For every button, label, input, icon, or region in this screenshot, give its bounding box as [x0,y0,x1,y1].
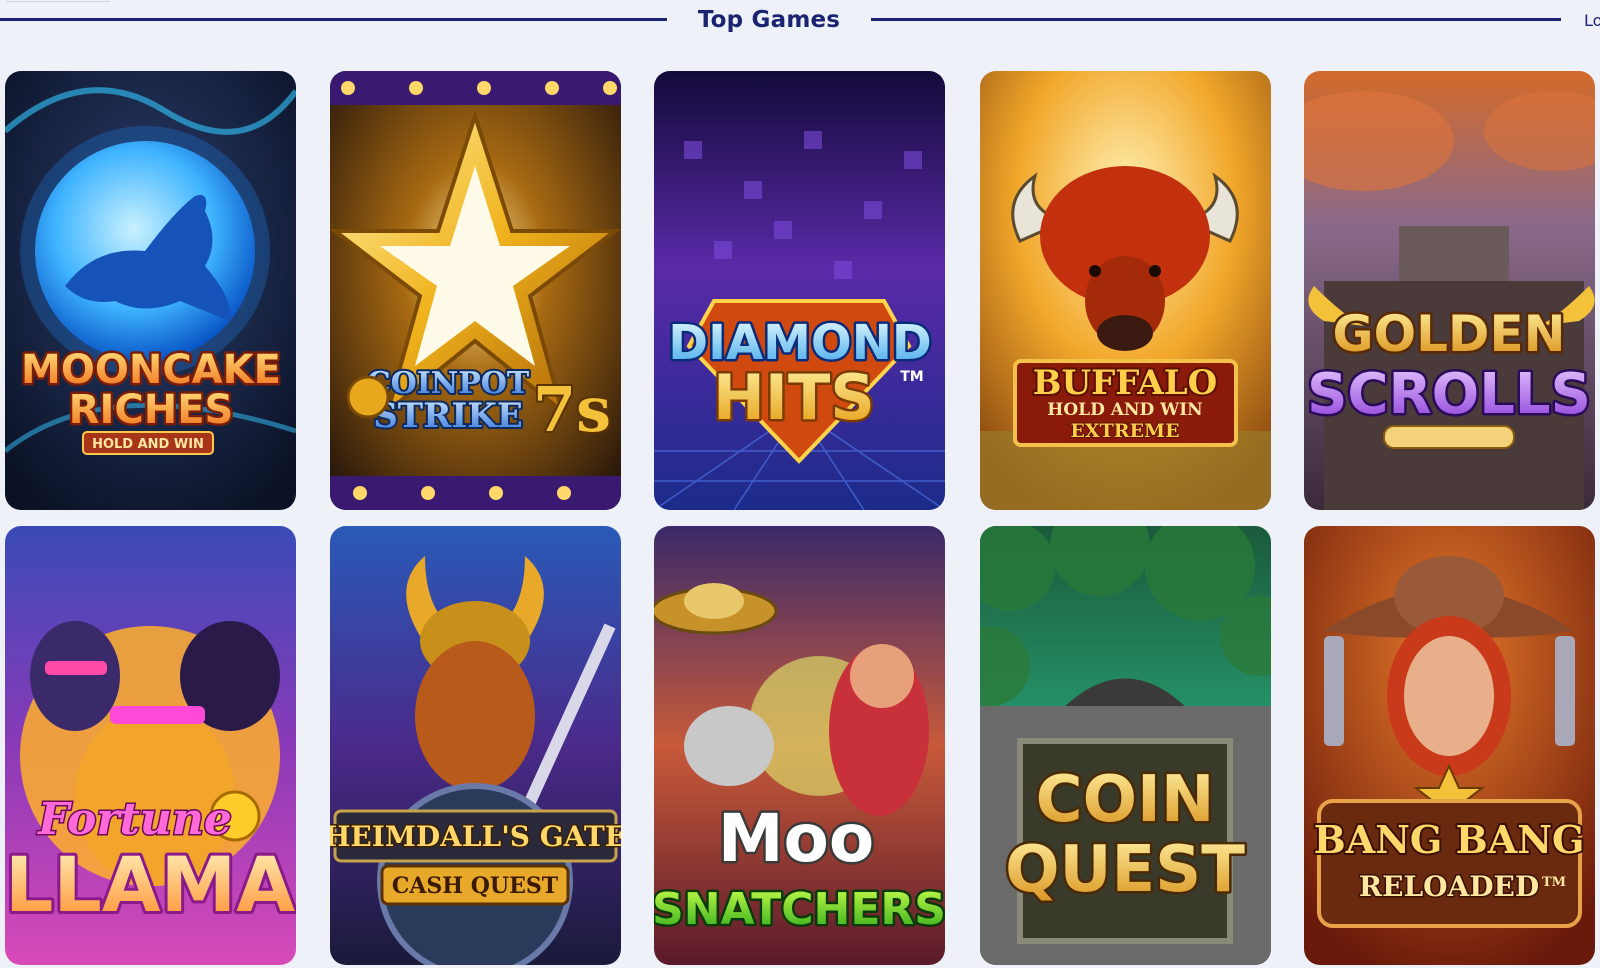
game-title-line1: Moo [718,800,874,877]
game-title-line1: BANG BANG [1314,817,1585,862]
top-games-page: Top Games Lo MOONCAKE RICHES HOLD AND WI… [0,0,1600,968]
game-tile-mooncake-riches[interactable]: MOONCAKE RICHES HOLD AND WIN [5,71,296,510]
game-title-line2: RELOADED [1359,870,1539,903]
game-title-line3: EXTREME [1070,420,1179,442]
game-title-line2: SCROLLS [1307,362,1591,427]
revolver-right-icon [1555,636,1575,746]
game-title-line1: HEIMDALL'S GATE [330,820,621,853]
game-title-line2: HITS [713,361,875,434]
cowgirl-icon [1404,636,1494,756]
game-title-line2: LLAMA [5,840,295,929]
game-title-line1: COIN [1036,763,1215,837]
game-tile-heimdalls-gate[interactable]: HEIMDALL'S GATE CASH QUEST [330,526,621,965]
game-tile-coinpot-strike[interactable]: COINPOT STRIKE 7s [330,71,621,510]
revolver-left-icon [1324,636,1344,746]
game-title-line1: BUFFALO [1033,363,1218,403]
game-art: Moo SNATCHERS [654,526,945,965]
game-tagline: HOLD AND WIN [92,437,204,452]
game-tile-diamond-hits[interactable]: DIAMOND HITS TM [654,71,945,510]
trademark-mark: TM [1542,875,1566,890]
game-title-line2: CASH QUEST [392,873,559,899]
section-header: Top Games Lo [0,0,1600,40]
game-art: DIAMOND HITS TM [654,71,945,510]
game-title-line1: GOLDEN [1333,305,1566,363]
game-art: COIN QUEST [980,526,1271,965]
game-title-line2: STRIKE [373,396,522,436]
game-art: Fortune LLAMA [5,526,296,965]
game-art: HEIMDALL'S GATE CASH QUEST [330,526,621,965]
game-title-line2: SNATCHERS [654,884,945,935]
game-tile-moo-snatchers[interactable]: Moo SNATCHERS [654,526,945,965]
game-title-line2: HOLD AND WIN [1047,400,1202,420]
game-art: BANG BANG RELOADED TM [1304,526,1595,965]
game-tile-bang-bang-reloaded[interactable]: BANG BANG RELOADED TM [1304,526,1595,965]
cow-icon [684,706,774,786]
game-tile-golden-scrolls[interactable]: GOLDEN SCROLLS [1304,71,1595,510]
section-link[interactable]: Lo [1584,8,1600,34]
game-art: GOLDEN SCROLLS [1304,71,1595,510]
game-title-line2: QUEST [1005,833,1245,907]
bell-icon [346,375,390,419]
header-rule-left [0,18,667,21]
trademark-mark: TM [900,369,923,385]
viking-icon [415,641,535,791]
game-art: COINPOT STRIKE 7s [330,71,621,510]
gorilla-icon [30,621,120,731]
section-title: Top Games [697,7,841,33]
header-rule-right [871,18,1561,21]
game-art: MOONCAKE RICHES HOLD AND WIN [5,71,296,510]
sevens-badge: 7s [533,373,611,446]
game-tile-coin-quest[interactable]: COIN QUEST [980,526,1271,965]
game-tile-buffalo[interactable]: BUFFALO HOLD AND WIN EXTREME [980,71,1271,510]
game-title-line2: RICHES [69,387,234,433]
game-art: BUFFALO HOLD AND WIN EXTREME [980,71,1271,510]
game-tile-fortune-llama[interactable]: Fortune LLAMA [5,526,296,965]
scroll-icon [1383,425,1515,449]
game-title-line1: Fortune [36,794,232,845]
